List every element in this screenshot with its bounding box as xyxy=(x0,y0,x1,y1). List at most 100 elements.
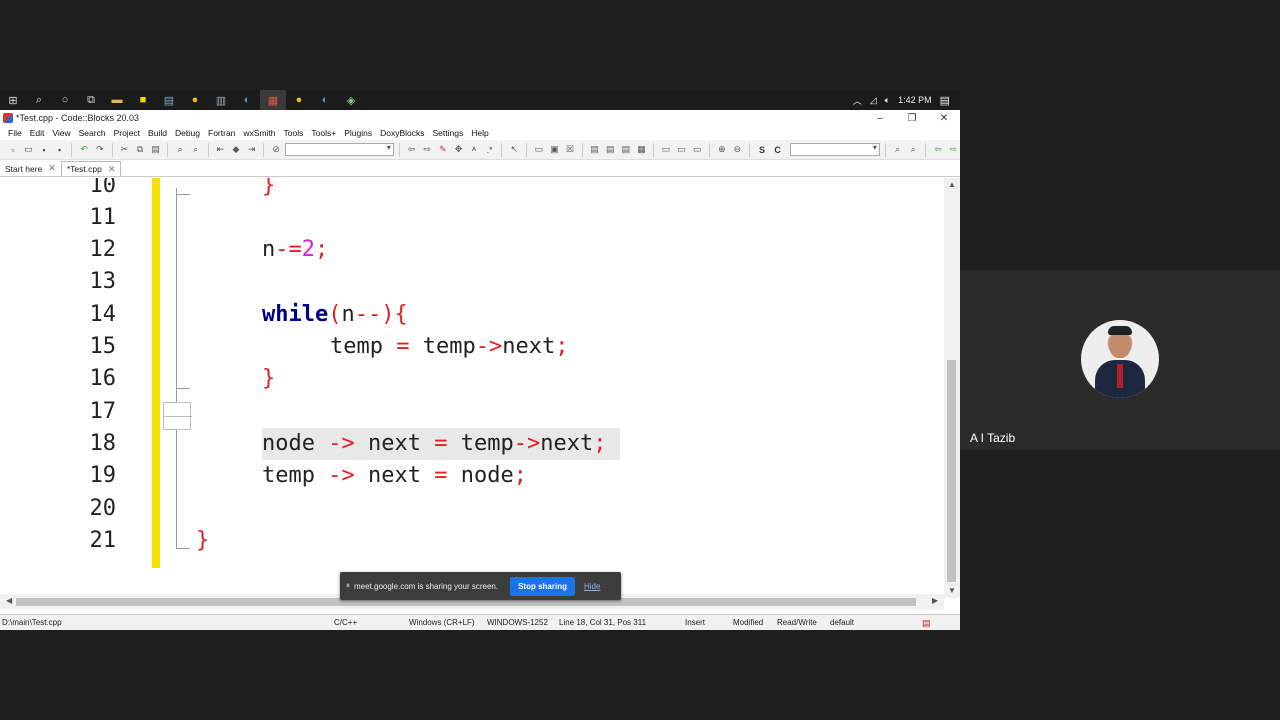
scroll-left-icon[interactable]: ◀ xyxy=(6,596,12,605)
edge-icon[interactable]: ◐ xyxy=(234,90,260,110)
search-symbol-icon[interactable]: ⌕ xyxy=(891,143,905,157)
search-icon[interactable]: ⌕ xyxy=(26,90,52,110)
copy-icon[interactable]: ⧉ xyxy=(133,143,147,157)
task-view-icon[interactable]: ⧉ xyxy=(78,90,104,110)
spell-icon[interactable]: ᴬ xyxy=(467,143,481,157)
code-line: 15 temp = temp->next; xyxy=(0,331,944,363)
close-button[interactable]: ✕ xyxy=(928,113,960,124)
regex-icon[interactable]: .* xyxy=(483,143,497,157)
code-editor[interactable]: 10 } 11 12 n-=2; 13 14 while(n--){ 15 te… xyxy=(0,178,944,598)
close-icon[interactable]: ✕ xyxy=(108,164,116,175)
jump-back-icon[interactable]: ⇤ xyxy=(214,143,228,157)
shared-screen: ⊞ ⌕ ○ ⧉ ▬ ■ ▤ ● ▥ ◐ ▦ ● ◐ ◈ ︿ ◿ 🔈︎ 1:42 … xyxy=(0,90,960,630)
notification-icon[interactable]: ▤ xyxy=(940,94,950,107)
block-3-icon[interactable]: ▭ xyxy=(690,143,704,157)
open-file-icon[interactable]: ▭ xyxy=(22,143,36,157)
undo-icon[interactable]: ↶ xyxy=(77,143,91,157)
search-symbol-2-icon[interactable]: ⌕ xyxy=(906,143,920,157)
new-file-icon[interactable]: ▫ xyxy=(6,143,20,157)
menu-wxsmith[interactable]: wxSmith xyxy=(239,128,279,138)
menu-search[interactable]: Search xyxy=(75,128,110,138)
cut-icon[interactable]: ✂ xyxy=(118,143,132,157)
calculator-icon[interactable]: ▥ xyxy=(208,90,234,110)
menu-plugins[interactable]: Plugins xyxy=(340,128,376,138)
bookmark-icon[interactable]: ◆ xyxy=(229,143,243,157)
symbol-select[interactable] xyxy=(790,143,880,156)
jump-forward-icon[interactable]: ⇥ xyxy=(245,143,259,157)
c-button[interactable]: C xyxy=(771,143,785,157)
volume-icon[interactable]: 🔈︎ xyxy=(885,95,890,106)
menu-settings[interactable]: Settings xyxy=(429,128,468,138)
forward-arrow-icon[interactable]: ⇨ xyxy=(947,143,960,157)
tab-test-cpp[interactable]: *Test.cpp ✕ xyxy=(60,161,122,176)
vertical-scrollbar[interactable]: ▲ ▼ xyxy=(944,178,960,598)
zoom-in-icon[interactable]: ⊕ xyxy=(715,143,729,157)
edge-icon-2[interactable]: ◐ xyxy=(312,90,338,110)
select-icon[interactable]: ✥ xyxy=(452,143,466,157)
menu-tools-plus[interactable]: Tools+ xyxy=(307,128,340,138)
scroll-up-icon[interactable]: ▲ xyxy=(944,180,960,189)
align-1-icon[interactable]: ▤ xyxy=(588,143,602,157)
chrome-icon[interactable]: ● xyxy=(182,90,208,110)
s-button[interactable]: S xyxy=(755,143,769,157)
block-2-icon[interactable]: ▭ xyxy=(675,143,689,157)
align-3-icon[interactable]: ▤ xyxy=(619,143,633,157)
scroll-down-icon[interactable]: ▼ xyxy=(944,586,960,595)
next-icon[interactable]: ⇨ xyxy=(420,143,434,157)
highlight-icon[interactable]: ✎ xyxy=(436,143,450,157)
scroll-right-icon[interactable]: ▶ xyxy=(932,596,938,605)
stop-icon[interactable]: ⊘ xyxy=(269,143,283,157)
menu-doxyblocks[interactable]: DoxyBlocks xyxy=(376,128,428,138)
align-4-icon[interactable]: ▦ xyxy=(635,143,649,157)
tab-start-here[interactable]: Start here ✕ xyxy=(0,161,61,176)
participant-tile[interactable]: A I Tazib xyxy=(960,270,1280,450)
menu-debug[interactable]: Debug xyxy=(171,128,204,138)
minimize-button[interactable]: – xyxy=(864,113,896,124)
redo-icon[interactable]: ↷ xyxy=(93,143,107,157)
menu-tools[interactable]: Tools xyxy=(280,128,308,138)
save-all-icon[interactable]: ▪ xyxy=(53,143,67,157)
save-icon[interactable]: ▪ xyxy=(37,143,51,157)
avatar xyxy=(1081,320,1159,398)
pointer-icon[interactable]: ↖ xyxy=(507,143,521,157)
frame-icon[interactable]: ▣ xyxy=(548,143,562,157)
notepad-icon[interactable]: ▤ xyxy=(156,90,182,110)
menu-build[interactable]: Build xyxy=(144,128,171,138)
menu-edit[interactable]: Edit xyxy=(26,128,49,138)
app-icon[interactable]: ◈ xyxy=(338,90,364,110)
stop-sharing-button[interactable]: Stop sharing xyxy=(510,576,575,596)
file-explorer-icon[interactable]: ▬ xyxy=(104,90,130,110)
prev-icon[interactable]: ⇦ xyxy=(405,143,419,157)
scroll-thumb[interactable] xyxy=(947,360,956,582)
restore-button[interactable]: ❐ xyxy=(896,113,928,124)
network-icon[interactable]: ◿ xyxy=(870,95,877,106)
menu-help[interactable]: Help xyxy=(467,128,492,138)
align-2-icon[interactable]: ▤ xyxy=(603,143,617,157)
clock[interactable]: 1:42 PM xyxy=(898,95,932,105)
share-message: meet.google.com is sharing your screen. xyxy=(354,581,499,591)
replace-icon[interactable]: ⌕ xyxy=(189,143,203,157)
menu-project[interactable]: Project xyxy=(110,128,144,138)
menu-view[interactable]: View xyxy=(48,128,74,138)
cortana-icon[interactable]: ○ xyxy=(52,90,78,110)
codeblocks-taskbar-icon[interactable]: ▦ xyxy=(260,90,286,110)
code-line: 14 while(n--){ xyxy=(0,299,944,331)
sticky-notes-icon[interactable]: ■ xyxy=(130,90,156,110)
chrome-icon-2[interactable]: ● xyxy=(286,90,312,110)
line-number: 10 xyxy=(89,178,117,198)
find-icon[interactable]: ⌕ xyxy=(173,143,187,157)
zoom-out-icon[interactable]: ⊖ xyxy=(731,143,745,157)
menu-fortran[interactable]: Fortran xyxy=(204,128,239,138)
windows-start-icon[interactable]: ⊞ xyxy=(0,90,26,110)
menu-file[interactable]: File xyxy=(4,128,26,138)
back-arrow-icon[interactable]: ⇦ xyxy=(931,143,945,157)
rect-icon[interactable]: ▭ xyxy=(532,143,546,157)
block-1-icon[interactable]: ▭ xyxy=(659,143,673,157)
target-select[interactable] xyxy=(284,143,394,156)
close-icon[interactable]: ✕ xyxy=(48,163,56,174)
checkbox-icon[interactable]: ☒ xyxy=(563,143,577,157)
chevron-up-icon[interactable]: ︿ xyxy=(853,94,862,107)
paste-icon[interactable]: ▤ xyxy=(149,143,163,157)
status-bar: D:\main\Test.cpp C/C++ Windows (CR+LF) W… xyxy=(0,614,960,630)
hide-link[interactable]: Hide xyxy=(584,582,600,591)
